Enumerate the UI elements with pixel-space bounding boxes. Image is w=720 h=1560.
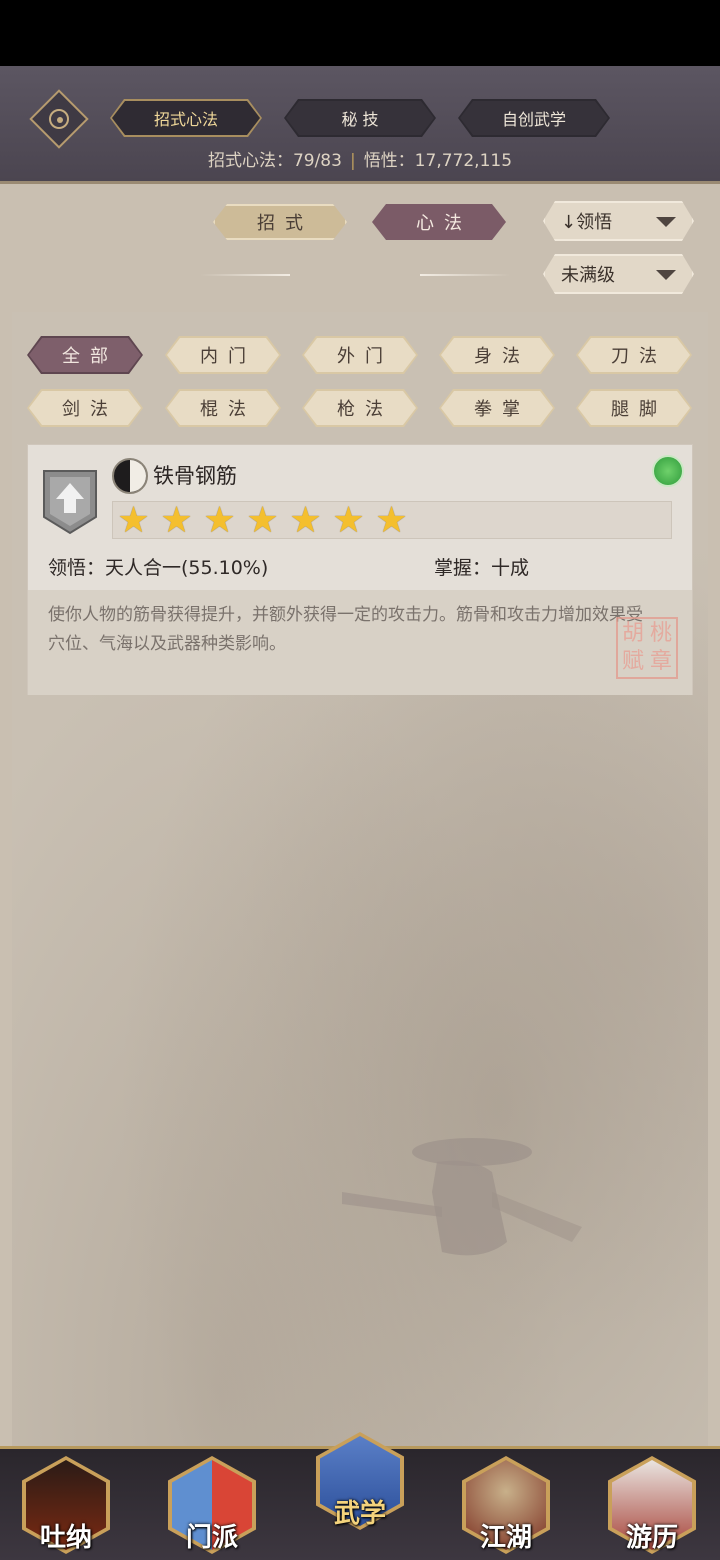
star-icon: ★	[160, 499, 193, 541]
skill-name: 铁骨钢筋	[153, 464, 237, 488]
category-all[interactable]: 全部	[27, 336, 143, 374]
skill-card[interactable]: 铁骨钢筋 ★ ★ ★ ★ ★ ★ ★ 领悟：天人合一(55.10%) 掌握：十成 使你人物的…	[27, 444, 693, 695]
subtab-mental-arts[interactable]: 心法	[372, 204, 506, 240]
star-icon: ★	[332, 499, 365, 541]
category-sword[interactable]: 剑法	[27, 389, 143, 427]
star-icon: ★	[289, 499, 322, 541]
nav-jianghu[interactable]: 江湖	[456, 1450, 556, 1558]
category-movement[interactable]: 身法	[439, 336, 555, 374]
nav-travel[interactable]: 游历	[602, 1450, 702, 1558]
chevron-down-icon	[656, 217, 676, 227]
star-rating: ★ ★ ★ ★ ★ ★ ★	[112, 501, 672, 539]
category-staff[interactable]: 棍法	[165, 389, 281, 427]
star-icon: ★	[203, 499, 236, 541]
subtab-moves[interactable]: 招式	[213, 204, 347, 240]
upgrade-badge-icon	[43, 470, 97, 535]
category-inner[interactable]: 内门	[165, 336, 281, 374]
level-filter-dropdown[interactable]: 未满级	[543, 254, 694, 294]
skill-description: 使你人物的筋骨获得提升，并额外获得一定的攻击力。筋骨和攻击力增加效果受穴位、气海…	[48, 605, 643, 654]
category-spear[interactable]: 枪法	[302, 389, 418, 427]
star-icon: ★	[117, 499, 150, 541]
nav-breathing[interactable]: 吐纳	[16, 1450, 116, 1558]
yin-yang-icon	[112, 458, 148, 494]
star-icon: ★	[375, 499, 408, 541]
tab-techniques[interactable]: 招式心法	[110, 99, 262, 137]
decorative-divider	[420, 274, 510, 276]
chevron-down-icon	[656, 270, 676, 280]
star-icon: ★	[246, 499, 279, 541]
comprehension-level: 领悟：天人合一(55.10%)	[48, 557, 269, 579]
nav-sect[interactable]: 门派	[162, 1450, 262, 1558]
wanderer-silhouette-icon	[342, 1138, 582, 1256]
stats-summary: 招式心法：79/83 | 悟性：17,772,115	[0, 146, 720, 171]
tab-secret-skills[interactable]: 秘 技	[284, 99, 436, 137]
tab-self-created[interactable]: 自创武学	[458, 99, 610, 137]
refresh-icon[interactable]	[652, 455, 684, 487]
status-bar	[0, 0, 720, 66]
artist-seal-stamp: 胡桃赋章	[616, 617, 678, 679]
stats-separator: |	[349, 151, 356, 171]
decorative-divider	[200, 274, 290, 276]
technique-count: 招式心法：79/83	[207, 151, 342, 171]
category-leg[interactable]: 腿脚	[576, 389, 692, 427]
mastery-level: 掌握：十成	[434, 557, 530, 579]
nav-martial-arts[interactable]: 武学	[310, 1426, 410, 1534]
category-fist[interactable]: 拳掌	[439, 389, 555, 427]
insight-value: 悟性：17,772,115	[363, 151, 513, 171]
eye-icon	[49, 109, 69, 129]
sort-dropdown[interactable]: ↓领悟	[543, 201, 694, 241]
category-saber[interactable]: 刀法	[576, 336, 692, 374]
category-outer[interactable]: 外门	[302, 336, 418, 374]
